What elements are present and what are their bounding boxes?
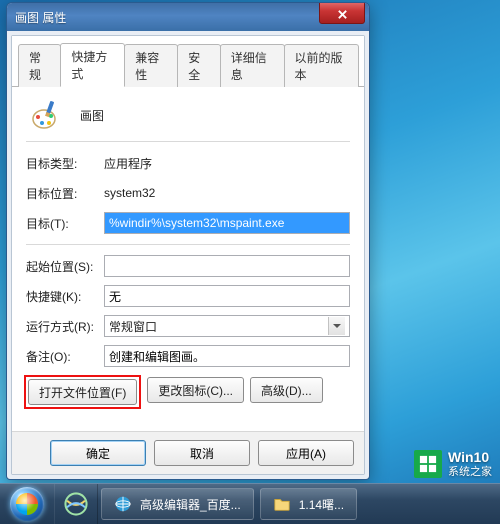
tab-shortcut[interactable]: 快捷方式 [60,43,125,87]
chevron-down-icon [328,317,345,335]
tab-compat[interactable]: 兼容性 [124,44,178,87]
value-target-type: 应用程序 [104,155,350,172]
separator [26,141,350,142]
ok-button[interactable]: 确定 [50,440,146,466]
run-select[interactable]: 常规窗口 [104,315,350,337]
client-area: 常规 快捷方式 兼容性 安全 详细信息 以前的版本 画图 [11,35,365,475]
close-icon [337,9,348,20]
window-title: 画图 属性 [15,9,319,26]
change-icon-button[interactable]: 更改图标(C)... [147,377,244,403]
label-start-in: 起始位置(S): [26,258,104,275]
properties-dialog: 画图 属性 常规 快捷方式 兼容性 安全 详细信息 以前的版本 [6,2,370,480]
watermark-line1: Win10 [448,450,492,465]
titlebar[interactable]: 画图 属性 [7,3,369,31]
label-shortcut-key: 快捷键(K): [26,288,104,305]
watermark-line2: 系统之家 [448,466,492,478]
label-comment: 备注(O): [26,348,104,365]
cancel-button[interactable]: 取消 [154,440,250,466]
tab-details[interactable]: 详细信息 [220,44,285,87]
folder-icon [273,495,291,513]
watermark: Win10 系统之家 [414,450,492,478]
comment-input[interactable] [104,345,350,367]
start-orb-icon [10,487,44,521]
tab-general[interactable]: 常规 [18,44,61,87]
open-file-location-button[interactable]: 打开文件位置(F) [28,379,137,405]
start-button[interactable] [0,484,54,524]
dialog-button-row: 确定 取消 应用(A) [12,431,364,474]
close-button[interactable] [319,2,365,24]
shortcut-key-input[interactable] [104,285,350,307]
highlight-box: 打开文件位置(F) [24,375,141,409]
label-target-loc: 目标位置: [26,185,104,202]
separator [26,244,350,245]
run-select-value: 常规窗口 [109,318,157,335]
app-name: 画图 [80,107,104,124]
apply-button[interactable]: 应用(A) [258,440,354,466]
taskbar-item-label: 高级编辑器_百度... [140,496,241,513]
paint-app-icon [30,99,62,131]
label-target: 目标(T): [26,215,104,232]
browser-icon [63,491,89,517]
taskbar: 高级编辑器_百度... 1.14曙... [0,483,500,524]
label-target-type: 目标类型: [26,155,104,172]
desktop: 画图 属性 常规 快捷方式 兼容性 安全 详细信息 以前的版本 [0,0,500,524]
taskbar-item-editor[interactable]: 高级编辑器_百度... [101,488,254,520]
value-target-loc: system32 [104,186,350,200]
advanced-button[interactable]: 高级(D)... [250,377,323,403]
tab-prev[interactable]: 以前的版本 [284,44,360,87]
taskbar-item-label: 1.14曙... [299,496,344,513]
target-input[interactable] [104,212,350,234]
taskbar-item-folder[interactable]: 1.14曙... [260,488,357,520]
windows-logo-icon [414,450,442,478]
label-run: 运行方式(R): [26,318,104,335]
start-in-input[interactable] [104,255,350,277]
globe-icon [114,495,132,513]
tab-strip: 常规 快捷方式 兼容性 安全 详细信息 以前的版本 [12,36,364,87]
tab-body: 画图 目标类型:应用程序 目标位置:system32 目标(T): 起始位置(S… [12,87,364,431]
pinned-browser[interactable] [54,484,98,524]
tab-security[interactable]: 安全 [177,44,220,87]
